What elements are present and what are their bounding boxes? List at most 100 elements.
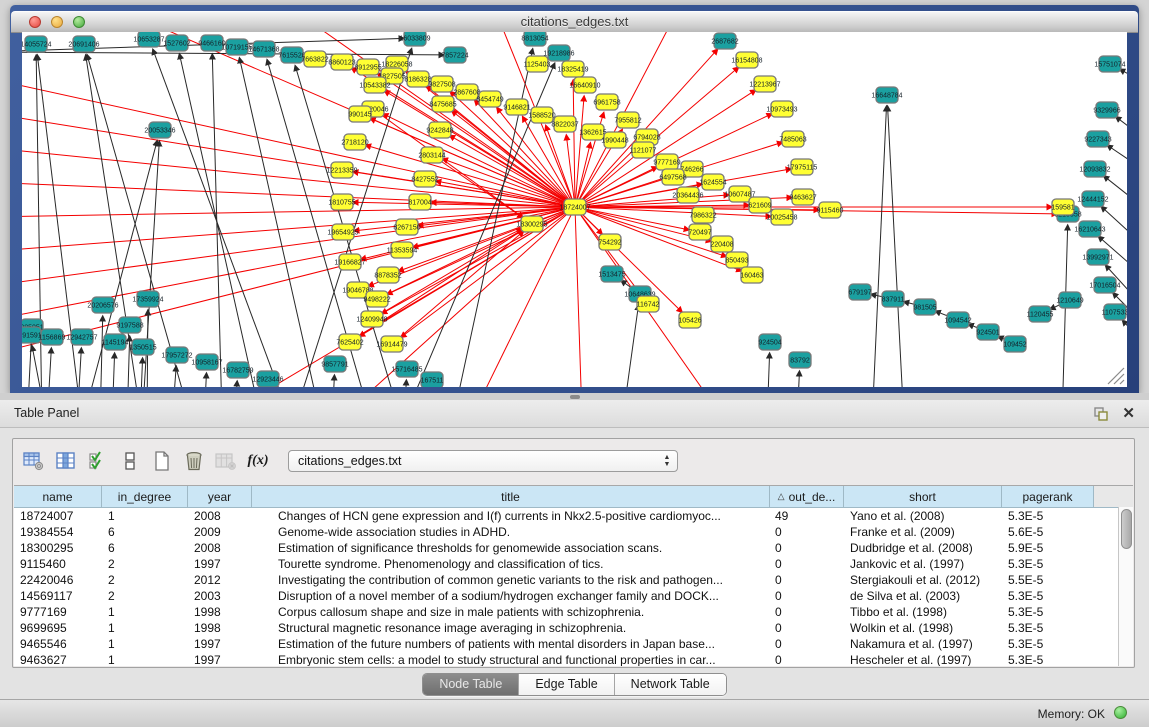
graph-node[interactable]: 116742 bbox=[637, 296, 660, 312]
close-panel-icon[interactable]: ✕ bbox=[1122, 404, 1135, 422]
table-row[interactable]: 946554611997Estimation of the future num… bbox=[14, 636, 1133, 652]
graph-node[interactable]: 2718120 bbox=[341, 134, 368, 150]
graph-node[interactable]: 10653287 bbox=[133, 32, 164, 47]
splitter-handle-icon[interactable] bbox=[570, 395, 580, 399]
graph-node[interactable]: 20053346 bbox=[144, 122, 175, 138]
graph-node[interactable]: 7625402 bbox=[336, 334, 363, 350]
table-row[interactable]: 1456911722003Disruption of a novel membe… bbox=[14, 588, 1133, 604]
graph-node[interactable]: 8267150 bbox=[393, 219, 420, 235]
show-columns-icon[interactable] bbox=[51, 447, 81, 475]
graph-node[interactable]: 9197588 bbox=[116, 317, 143, 333]
graph-node[interactable]: 1624554 bbox=[699, 174, 726, 190]
graph-node[interactable]: 13992971 bbox=[1082, 249, 1113, 265]
graph-node[interactable]: 16648784 bbox=[871, 87, 902, 103]
graph-node[interactable]: 990145 bbox=[348, 106, 371, 122]
graph-node[interactable]: 1145194 bbox=[102, 334, 129, 350]
graph-node[interactable]: 9329966 bbox=[1093, 102, 1120, 118]
graph-node[interactable]: 12213967 bbox=[749, 76, 780, 92]
graph-node[interactable]: 8878352 bbox=[374, 267, 401, 283]
graph-node[interactable]: 18724007 bbox=[559, 199, 590, 215]
graph-node[interactable]: 9115460 bbox=[817, 202, 844, 218]
tab-node-table[interactable]: Node Table bbox=[423, 674, 518, 695]
network-window-titlebar[interactable]: citations_edges.txt bbox=[11, 11, 1138, 33]
function-builder-icon[interactable]: f(x) bbox=[243, 447, 273, 475]
graph-node[interactable]: 12213359 bbox=[326, 162, 357, 178]
graph-node[interactable]: 16154808 bbox=[731, 52, 762, 68]
graph-node[interactable]: 109452 bbox=[1003, 336, 1026, 352]
graph-node[interactable]: 9227343 bbox=[1084, 131, 1111, 147]
graph-node[interactable]: 16210643 bbox=[1074, 221, 1105, 237]
graph-node[interactable]: 12093832 bbox=[1079, 161, 1110, 177]
column-header-out-de-[interactable]: △out_de... bbox=[770, 486, 844, 507]
delete-table-icon[interactable] bbox=[179, 447, 209, 475]
graph-node[interactable]: 837911 bbox=[882, 291, 905, 307]
scrollbar-thumb[interactable] bbox=[1121, 509, 1132, 549]
graph-node[interactable]: 9827508 bbox=[428, 76, 455, 92]
graph-node[interactable]: 1990448 bbox=[601, 132, 628, 148]
graph-node[interactable]: 8813054 bbox=[521, 32, 548, 46]
graph-node[interactable]: 12942757 bbox=[66, 329, 97, 345]
panel-splitter[interactable] bbox=[0, 393, 1149, 400]
table-row[interactable]: 1938455462009Genome-wide association stu… bbox=[14, 524, 1133, 540]
graph-node[interactable]: 817004 bbox=[408, 194, 431, 210]
graph-node[interactable]: 20691406 bbox=[68, 36, 99, 52]
graph-node[interactable]: 12444152 bbox=[1077, 191, 1108, 207]
graph-node[interactable]: 167511 bbox=[421, 372, 444, 387]
select-columns-icon[interactable] bbox=[83, 447, 113, 475]
graph-node[interactable]: 19654925 bbox=[327, 224, 358, 240]
graph-node[interactable]: 19166827 bbox=[334, 254, 365, 270]
network-table-selector[interactable]: citations_edges.txt ▲▼ bbox=[288, 450, 678, 472]
table-row[interactable]: 2242004622012Investigating the contribut… bbox=[14, 572, 1133, 588]
graph-node[interactable]: 6497568 bbox=[659, 169, 686, 185]
tab-network-table[interactable]: Network Table bbox=[614, 674, 726, 695]
graph-node[interactable]: 9463627 bbox=[789, 189, 816, 205]
graph-node[interactable]: 16782759 bbox=[222, 362, 253, 378]
table-row[interactable]: 1872400712008Changes of HCN gene express… bbox=[14, 508, 1133, 524]
table-settings-icon[interactable] bbox=[19, 447, 49, 475]
resize-grip-icon[interactable] bbox=[1108, 368, 1124, 384]
graph-node[interactable]: 8822037 bbox=[551, 116, 578, 132]
graph-node[interactable]: 16033809 bbox=[399, 32, 430, 46]
graph-node[interactable]: 11353594 bbox=[387, 242, 418, 258]
table-vertical-scrollbar[interactable] bbox=[1118, 507, 1133, 666]
graph-node[interactable]: 1120455 bbox=[1027, 306, 1054, 322]
graph-node[interactable]: 9242848 bbox=[426, 122, 453, 138]
graph-node[interactable]: 1527602 bbox=[163, 35, 190, 51]
table-row[interactable]: 911546021997Tourette syndrome. Phenomeno… bbox=[14, 556, 1133, 572]
graph-node[interactable]: 16914479 bbox=[376, 336, 407, 352]
graph-node[interactable]: 9777169 bbox=[653, 154, 680, 170]
graph-node[interactable]: 7955812 bbox=[614, 112, 641, 128]
column-header-pagerank[interactable]: pagerank bbox=[1002, 486, 1094, 507]
graph-node[interactable]: 9146821 bbox=[503, 99, 530, 115]
graph-node[interactable]: 17359924 bbox=[132, 291, 163, 307]
tab-edge-table[interactable]: Edge Table bbox=[518, 674, 613, 695]
graph-node[interactable]: 7485063 bbox=[779, 131, 806, 147]
graph-node[interactable]: 7663822 bbox=[301, 51, 328, 67]
graph-node[interactable]: 18300295 bbox=[516, 216, 547, 232]
graph-node[interactable]: 20364436 bbox=[672, 187, 703, 203]
row-height-icon[interactable] bbox=[115, 447, 145, 475]
graph-node[interactable]: 15751074 bbox=[1094, 56, 1125, 72]
graph-node[interactable]: 8454749 bbox=[476, 91, 503, 107]
graph-node[interactable]: 8860123 bbox=[328, 54, 355, 70]
graph-node[interactable]: 12409948 bbox=[356, 311, 387, 327]
column-header-title[interactable]: title bbox=[252, 486, 770, 507]
graph-node[interactable]: 220408 bbox=[710, 236, 733, 252]
network-canvas[interactable]: 1405572420691406106532871527602946616010… bbox=[22, 32, 1127, 387]
graph-node[interactable]: 160463 bbox=[740, 267, 763, 283]
table-row[interactable]: 977716911998Corpus callosum shape and si… bbox=[14, 604, 1133, 620]
graph-node[interactable]: 1513475 bbox=[598, 266, 625, 282]
table-row[interactable]: 946362711997Embryonic stem cells: a mode… bbox=[14, 652, 1133, 666]
table-row[interactable]: 1830029562008Estimation of significance … bbox=[14, 540, 1133, 556]
graph-node[interactable]: 2803144 bbox=[418, 147, 445, 163]
graph-node[interactable]: 159581 bbox=[1051, 199, 1074, 215]
graph-node[interactable]: 8427552 bbox=[411, 171, 438, 187]
graph-node[interactable]: 14671368 bbox=[248, 41, 279, 57]
float-panel-icon[interactable] bbox=[1093, 406, 1109, 422]
graph-node[interactable]: 1094542 bbox=[944, 312, 971, 328]
graph-node[interactable]: 981505 bbox=[913, 299, 936, 315]
column-header-short[interactable]: short bbox=[844, 486, 1002, 507]
graph-node[interactable]: 1107533 bbox=[1102, 304, 1127, 320]
graph-node[interactable]: 17016504 bbox=[1089, 277, 1120, 293]
graph-node[interactable]: 6961758 bbox=[593, 94, 620, 110]
